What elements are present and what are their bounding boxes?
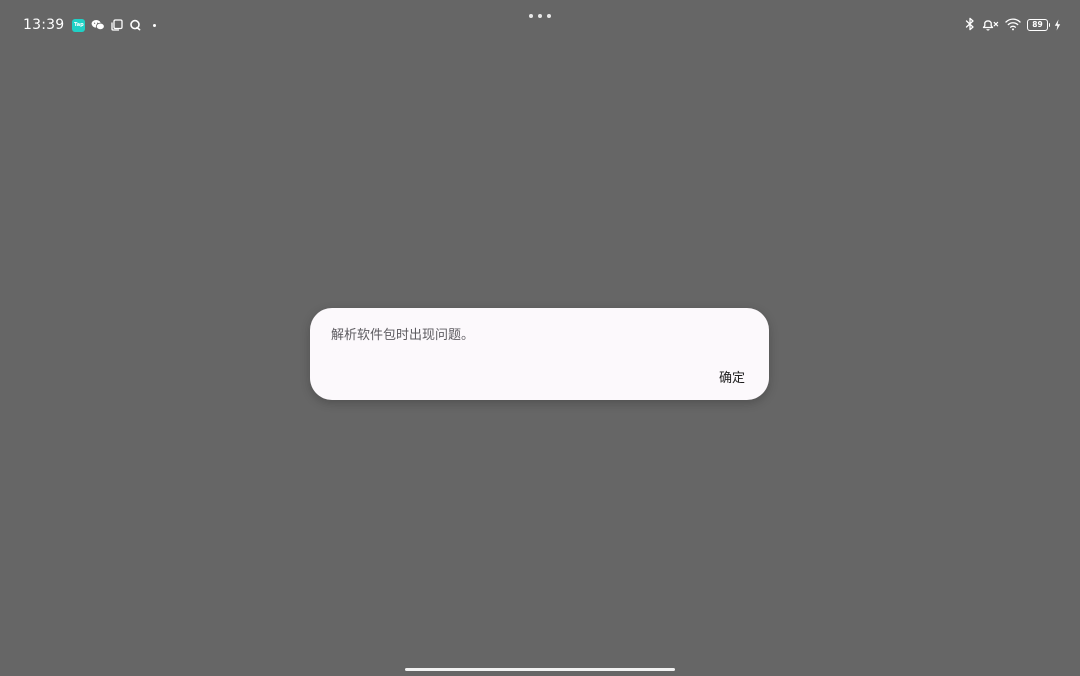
copy-icon xyxy=(111,16,124,35)
battery-icon: 89 xyxy=(1027,19,1050,31)
status-right-group: 89 xyxy=(965,16,1061,34)
home-indicator[interactable] xyxy=(405,668,675,671)
wechat-icon xyxy=(91,16,106,35)
more-options-handle[interactable] xyxy=(529,14,551,18)
clock: 13:39 xyxy=(23,17,65,33)
taptap-app-icon: Tap xyxy=(72,18,86,32)
status-bar: 13:39 Tap 89 xyxy=(0,0,1080,50)
more-dot-icon xyxy=(547,14,551,18)
dot-icon xyxy=(153,23,157,27)
status-left-group: 13:39 Tap xyxy=(23,16,157,35)
confirm-button[interactable]: 确定 xyxy=(713,364,751,389)
more-dot-icon xyxy=(529,14,533,18)
charging-icon xyxy=(1054,16,1061,35)
bluetooth-icon xyxy=(965,16,975,35)
wifi-icon xyxy=(1005,16,1021,35)
bell-muted-icon xyxy=(981,16,999,35)
dialog-message: 解析软件包时出现问题。 xyxy=(331,328,475,343)
error-dialog: 解析软件包时出现问题。 确定 xyxy=(310,308,769,400)
chat-bubble-icon xyxy=(129,16,141,35)
more-dot-icon xyxy=(538,14,542,18)
